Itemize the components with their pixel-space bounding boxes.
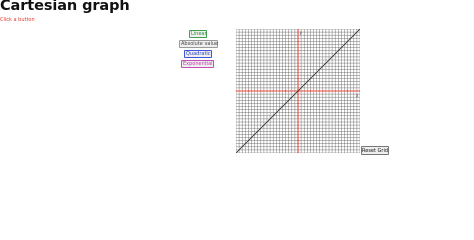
reset-grid-button[interactable]: Reset Grid <box>361 146 389 155</box>
absolute-value-button[interactable]: Absolute value <box>179 40 218 48</box>
exponential-button[interactable]: Exponential <box>181 60 214 68</box>
page-title: Cartesian graph <box>0 0 130 14</box>
page: Cartesian graph Click a button Linear Ab… <box>0 0 474 220</box>
quadratic-button[interactable]: Quadratic <box>184 50 212 58</box>
cartesian-grid[interactable]: x y <box>236 29 360 153</box>
instruction-text: Click a button <box>0 17 35 23</box>
linear-button[interactable]: Linear <box>189 30 207 38</box>
